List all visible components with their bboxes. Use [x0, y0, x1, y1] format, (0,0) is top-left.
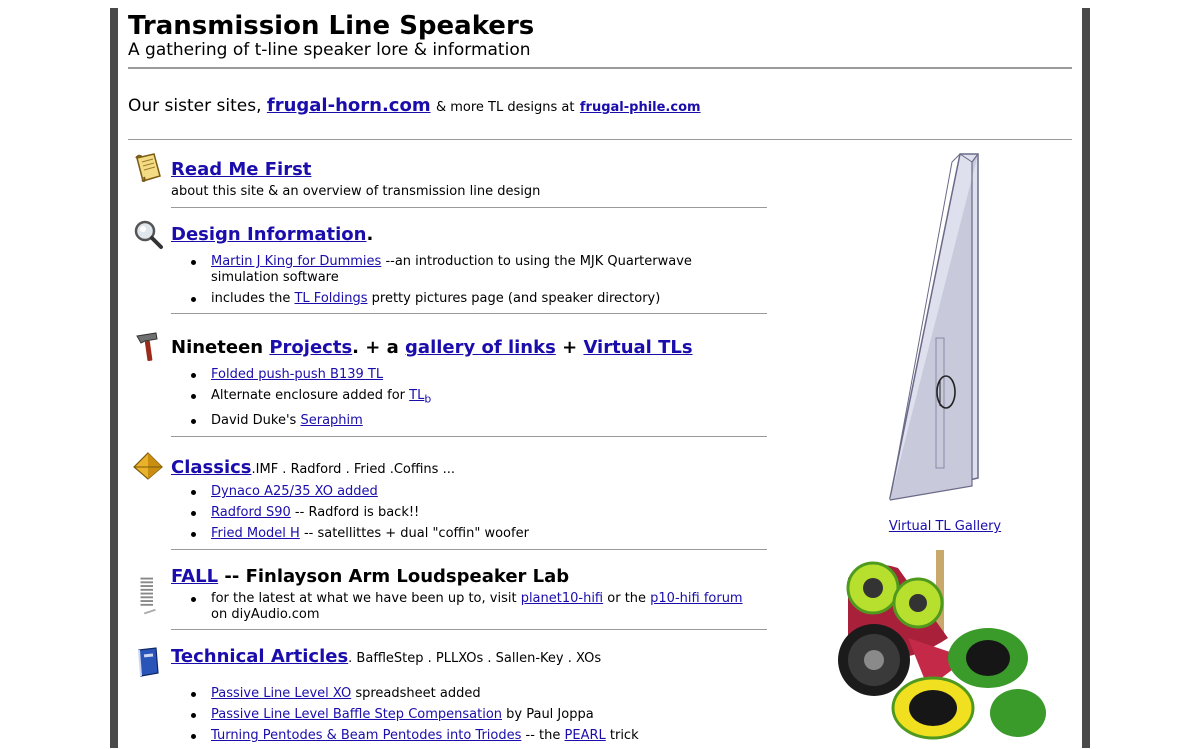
- virtual-tl-image[interactable]: [878, 148, 1018, 510]
- section-divider: [171, 436, 767, 437]
- list-item-text: includes the: [211, 291, 295, 306]
- fall-subtitle: -- Finlayson Arm Loudspeaker Lab: [218, 566, 570, 587]
- list-item: Turning Pentodes & Beam Pentodes into Tr…: [191, 728, 751, 744]
- projects-link[interactable]: Projects: [269, 337, 352, 358]
- design-information-link[interactable]: Design Information: [171, 224, 366, 245]
- seraphim-link[interactable]: Seraphim: [300, 413, 362, 428]
- design-suffix: .: [366, 224, 374, 245]
- gallery-of-links-link[interactable]: gallery of links: [405, 337, 556, 358]
- fried-model-h-link[interactable]: Fried Model H: [211, 526, 300, 541]
- page-title: Transmission Line Speakers: [128, 11, 535, 41]
- page-content: Transmission Line Speakers A gathering o…: [118, 0, 1082, 743]
- left-frame-bar: [110, 8, 118, 748]
- list-item: Dynaco A25/35 XO added: [191, 484, 751, 500]
- projects-mid: +: [555, 337, 584, 358]
- classics-list: Dynaco A25/35 XO added Radford S90 -- Ra…: [191, 484, 751, 547]
- list-item: for the latest at what we have been up t…: [191, 591, 751, 623]
- magnifier-icon: [134, 220, 163, 249]
- tlb-link[interactable]: TLb: [409, 388, 432, 406]
- list-item-text: -- satellittes + dual "coffin" woofer: [299, 526, 529, 541]
- pyramid-icon: [133, 452, 163, 480]
- section-technical-articles: Technical Articles. BaffleStep . PLLXOs …: [128, 640, 768, 743]
- list-item-text: spreadsheet added: [351, 686, 481, 701]
- list-item: Alternate enclosure added for TLb: [191, 388, 751, 408]
- fall-link[interactable]: FALL: [171, 566, 218, 587]
- technical-subtitle: . BaffleStep . PLLXOs . Sallen-Key . XOs: [348, 651, 602, 666]
- projects-mid: . + a: [352, 337, 406, 358]
- list-item: David Duke's Seraphim: [191, 413, 751, 429]
- spring-icon: [140, 577, 156, 615]
- planet10-hifi-link[interactable]: planet10-hifi: [521, 591, 603, 606]
- mjk-dummies-link[interactable]: Martin J King for Dummies: [211, 254, 381, 269]
- folded-push-push-link[interactable]: Folded push-push B139 TL: [211, 367, 383, 382]
- pearl-link[interactable]: PEARL: [565, 728, 606, 743]
- section-divider: [171, 549, 767, 550]
- design-list: Martin J King for Dummies --an introduct…: [191, 254, 751, 312]
- pentodes-link[interactable]: Turning Pentodes & Beam Pentodes into Tr…: [211, 728, 521, 743]
- dynaco-link[interactable]: Dynaco A25/35 XO added: [211, 484, 378, 499]
- list-item-text: or the: [603, 591, 651, 606]
- fall-list: for the latest at what we have been up t…: [191, 591, 751, 628]
- page-subtitle: A gathering of t-line speaker lore & inf…: [128, 40, 531, 60]
- list-item-text: trick: [605, 728, 639, 743]
- list-item-text: pretty pictures page (and speaker direct…: [367, 291, 661, 306]
- section-divider: [171, 629, 767, 630]
- sister-middle: & more TL designs at: [435, 100, 575, 115]
- list-item: Radford S90 -- Radford is back!!: [191, 505, 751, 521]
- list-item: Fried Model H -- satellittes + dual "cof…: [191, 526, 751, 542]
- list-item-text: David Duke's: [211, 412, 301, 428]
- radford-s90-link[interactable]: Radford S90: [211, 505, 291, 520]
- sister-sites: Our sister sites, frugal-horn.com & more…: [128, 95, 701, 119]
- frugal-phile-link[interactable]: frugal-phile.com: [580, 100, 701, 115]
- section-fall: FALL -- Finlayson Arm Loudspeaker Lab fo…: [128, 560, 768, 635]
- list-item-text: by Paul Joppa: [502, 707, 594, 722]
- list-item: includes the TL Foldings pretty pictures…: [191, 291, 751, 307]
- p10-hifi-forum-link[interactable]: p10-hifi forum: [650, 591, 742, 606]
- list-item-text: on diyAudio.com: [211, 607, 320, 622]
- technical-articles-link[interactable]: Technical Articles: [171, 646, 348, 667]
- right-frame-bar: [1082, 8, 1090, 748]
- tlb-link-text: TL: [409, 388, 425, 403]
- read-me-first-desc: about this site & an overview of transmi…: [171, 184, 541, 199]
- speaker-creature-image[interactable]: [828, 548, 1058, 740]
- section-read-me-first: Read Me First about this site & an overv…: [128, 152, 768, 212]
- projects-list: Folded push-push B139 TL Alternate enclo…: [191, 367, 751, 434]
- passive-line-level-xo-link[interactable]: Passive Line Level XO: [211, 686, 351, 701]
- scroll-icon: [135, 153, 161, 182]
- section-projects: Nineteen Projects. + a gallery of links …: [128, 330, 768, 440]
- projects-lead: Nineteen: [171, 337, 270, 358]
- section-classics: Classics.IMF . Radford . Fried .Coffins …: [128, 450, 768, 555]
- list-item: Martin J King for Dummies --an introduct…: [191, 254, 751, 286]
- virtual-tls-link[interactable]: Virtual TLs: [583, 337, 692, 358]
- read-me-first-link[interactable]: Read Me First: [171, 159, 311, 180]
- list-item: Passive Line Level Baffle Step Compensat…: [191, 707, 751, 723]
- hammer-icon: [136, 332, 158, 362]
- tl-foldings-link[interactable]: TL Foldings: [294, 291, 367, 306]
- list-item: Folded push-push B139 TL: [191, 367, 751, 383]
- baffle-step-link[interactable]: Passive Line Level Baffle Step Compensat…: [211, 707, 502, 722]
- section-design-information: Design Information. Martin J King for Du…: [128, 218, 768, 318]
- list-item-text: -- Radford is back!!: [290, 505, 420, 520]
- sister-divider: [128, 139, 1072, 140]
- section-divider: [171, 207, 767, 208]
- classics-link[interactable]: Classics: [171, 457, 252, 478]
- list-item-text: Alternate enclosure added for: [211, 388, 410, 403]
- sister-prefix: Our sister sites,: [128, 96, 262, 116]
- frugal-horn-link[interactable]: frugal-horn.com: [267, 95, 431, 116]
- virtual-tl-gallery-link[interactable]: Virtual TL Gallery: [878, 519, 1012, 534]
- classics-subtitle: .IMF . Radford . Fried .Coffins ...: [251, 462, 455, 477]
- header-divider: [128, 67, 1072, 69]
- list-item-text: -- the: [521, 728, 565, 743]
- list-item: Passive Line Level XO spreadsheet added: [191, 686, 751, 702]
- list-item-text: for the latest at what we have been up t…: [211, 591, 521, 606]
- book-icon: [138, 647, 159, 677]
- tlb-link-sub: b: [424, 392, 432, 406]
- section-divider: [171, 313, 767, 314]
